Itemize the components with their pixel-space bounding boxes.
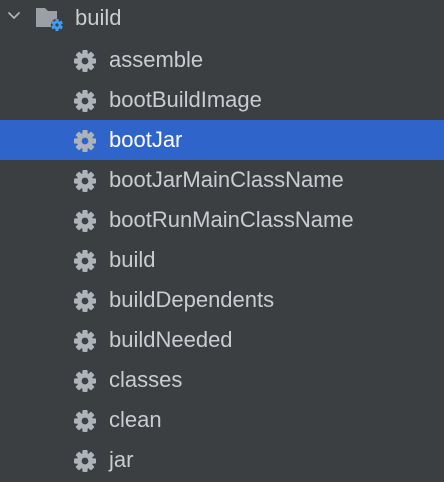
tree-node-label: build [75,5,122,30]
gear-icon [74,210,96,232]
task-label: classes [109,367,183,392]
tree-node-task[interactable]: classes [0,360,444,400]
task-label: bootJarMainClassName [109,167,344,192]
gear-icon [74,50,96,72]
folder-gear-icon [36,8,64,32]
tree-node-build-group[interactable]: build [0,0,444,40]
gear-icon [74,90,96,112]
tree-node-task[interactable]: clean [0,400,444,440]
tree-node-task[interactable]: bootJar [0,120,444,160]
tree-node-task[interactable]: build [0,240,444,280]
tree-node-task[interactable]: assemble [0,40,444,80]
gear-icon [74,170,96,192]
gear-icon [74,410,96,432]
gear-icon [74,450,96,472]
tree-node-task[interactable]: buildNeeded [0,320,444,360]
tree-node-task[interactable]: bootBuildImage [0,80,444,120]
task-label: buildNeeded [109,327,233,352]
task-label: bootBuildImage [109,87,262,112]
gear-icon [74,290,96,312]
task-label: assemble [109,47,204,72]
gear-icon [74,250,96,272]
tree-node-task[interactable]: bootRunMainClassName [0,200,444,240]
task-label: bootJar [109,127,183,152]
gear-icon [74,370,96,392]
tree-node-task[interactable]: jar [0,440,444,480]
gear-icon [74,330,96,352]
task-label: clean [109,407,162,432]
chevron-down-icon[interactable] [6,8,22,24]
tree-node-task[interactable]: buildDependents [0,280,444,320]
task-label: bootRunMainClassName [109,207,354,232]
task-label: buildDependents [109,287,275,312]
tree-node-task[interactable]: bootJarMainClassName [0,160,444,200]
gear-icon [74,130,96,152]
task-label: jar [109,447,134,472]
gradle-task-tree: build assemble bootBuildImage bootJar bootJ… [0,0,444,482]
task-label: build [109,247,156,272]
